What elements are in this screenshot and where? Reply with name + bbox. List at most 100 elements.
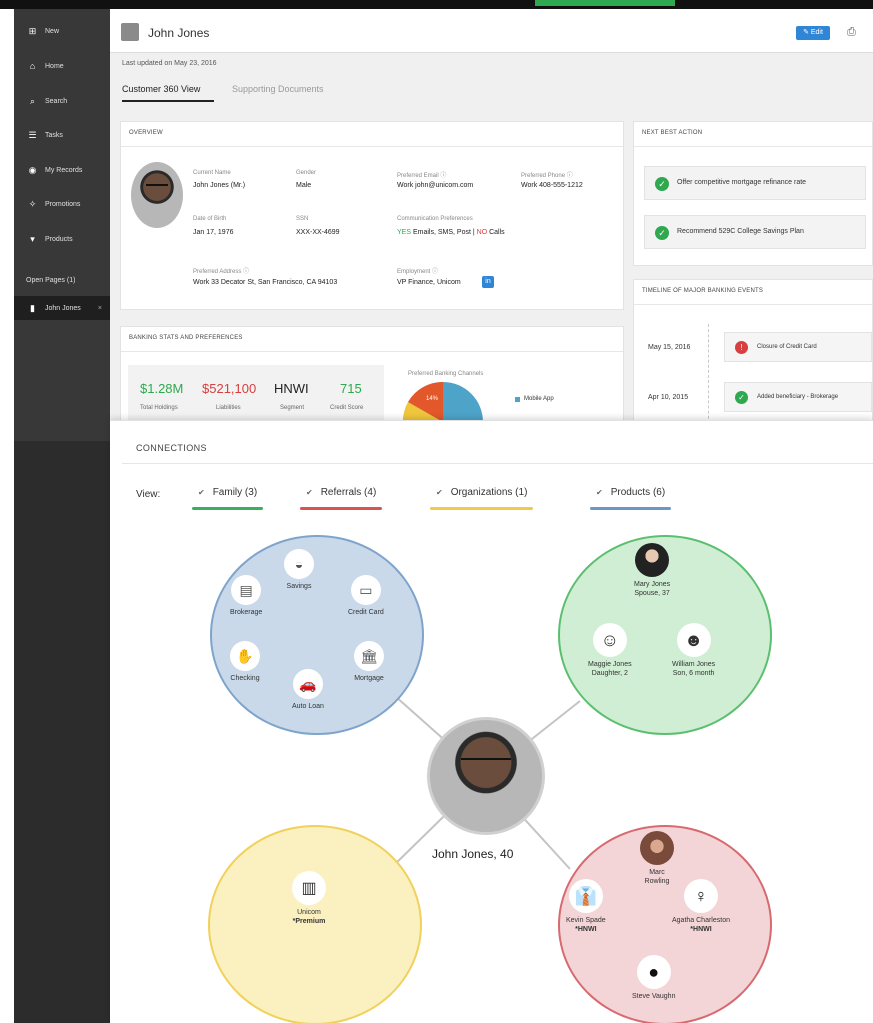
nba-item[interactable]: ✓ Offer competitive mortgage refinance r… [644, 166, 866, 200]
page-title: John Jones [148, 26, 210, 40]
print-icon[interactable]: ⎙ [847, 26, 859, 38]
last-updated-text: Last updated on May 23, 2016 [122, 60, 217, 67]
sidebar-lower [14, 441, 110, 1023]
ssn-label: SSN [296, 216, 309, 222]
tasks-icon: ☰ [28, 129, 37, 140]
referral-detail: Rowling [644, 878, 670, 885]
family-name: Mary Jones [634, 581, 671, 588]
credit-score-value: 715 [340, 381, 362, 396]
employment-label: Employment ⓘ [397, 269, 439, 275]
email-value[interactable]: Work john@unicom.com [397, 182, 473, 189]
home-icon: ⌂ [29, 60, 36, 71]
woman-icon: ♀ [683, 879, 718, 913]
product-checking[interactable]: ✋ Checking [230, 641, 260, 683]
product-savings[interactable]: ◒ Savings [284, 549, 314, 591]
businessman-icon: 👔 [568, 879, 603, 913]
edit-button[interactable]: ✎ Edit [796, 26, 830, 40]
referral[interactable]: Marc Rowling [640, 831, 674, 886]
sidebar-item-search[interactable]: ⌕ Search [14, 89, 110, 113]
nba-item[interactable]: ✓ Recommend 529C College Savings Plan [644, 215, 866, 249]
open-page-john-jones[interactable]: ▮ John Jones × [14, 296, 110, 320]
gender-value: Male [296, 182, 312, 189]
tab-customer-360[interactable]: Customer 360 View [122, 84, 214, 102]
timeline-event-text: Added beneficiary - Brokerage [757, 394, 839, 400]
page-header: John Jones ✎ Edit ⎙ [110, 9, 873, 53]
product-label: Savings [286, 583, 312, 590]
family-member[interactable]: ☺ Maggie Jones Daughter, 2 [588, 623, 632, 678]
referral-name: Marc [649, 869, 665, 876]
credit-card-icon: ▭ [350, 575, 381, 605]
chart-board-icon: ▤ [231, 575, 262, 605]
sidebar-item-my-records[interactable]: ◉ My Records [14, 158, 110, 182]
product-brokerage[interactable]: ▤ Brokerage [230, 575, 262, 617]
legend-swatch [515, 397, 520, 402]
legend-mobile-app: Mobile App [524, 396, 554, 402]
sidebar-item-label: My Records [45, 166, 83, 174]
check-icon: ✓ [655, 177, 669, 191]
sidebar-item-label: Home [45, 62, 64, 70]
referral-detail: *HNWI [690, 926, 712, 933]
product-mortgage[interactable]: 🏛 Mortgage [354, 641, 384, 683]
referral-name: Steve Vaughn [632, 993, 676, 1000]
glasses-shape [461, 758, 511, 769]
product-credit-card[interactable]: ▭ Credit Card [348, 575, 384, 617]
comm-pref-label: Communication Preferences [397, 216, 473, 222]
person-icon: ● [636, 955, 671, 989]
credit-score-label: Credit Score [330, 405, 364, 411]
family-member[interactable]: ☻ William Jones Son, 6 month [672, 623, 715, 678]
plus-icon: ⊞ [28, 25, 37, 36]
banking-title: BANKING STATS AND PREFERENCES [129, 335, 243, 341]
organization-unicom[interactable]: ▥ Unicom *Premium [292, 871, 326, 926]
open-pages-label: Open Pages (1) [26, 277, 76, 284]
customer-avatar [121, 23, 139, 41]
organization-tag: *Premium [292, 918, 326, 925]
linkedin-icon[interactable]: in [482, 276, 494, 288]
boy-face-icon: ☻ [676, 623, 711, 657]
close-icon[interactable]: × [98, 305, 102, 312]
sidebar-item-home[interactable]: ⌂ Home [14, 54, 110, 78]
timeline-event[interactable]: ✓ Added beneficiary - Brokerage [724, 382, 872, 412]
referral[interactable]: ♀ Agatha Charleston *HNWI [672, 879, 730, 934]
total-holdings-label: Total Holdings [140, 405, 178, 411]
dob-label: Date of Birth [193, 216, 227, 222]
comm-yes: YES [397, 229, 412, 236]
timeline-event[interactable]: ! Closure of Credit Card [724, 332, 872, 362]
referral-name: Agatha Charleston [672, 917, 730, 924]
sidebar: ⊞ New ⌂ Home ⌕ Search ☰ Tasks ◉ My Recor… [14, 9, 110, 1023]
customer-photo [131, 162, 183, 228]
referral[interactable]: 👔 Kevin Spade *HNWI [566, 879, 606, 934]
pie-label: 14% [426, 396, 439, 402]
product-auto-loan[interactable]: 🚗 Auto Loan [292, 669, 324, 711]
comm-pref-value: YES Emails, SMS, Post | NO Calls [397, 229, 505, 236]
address-label: Preferred Address ⓘ [193, 269, 250, 275]
divider [121, 351, 623, 352]
tab-supporting-documents[interactable]: Supporting Documents [232, 84, 324, 94]
nba-title: NEXT BEST ACTION [642, 130, 703, 136]
product-label: Auto Loan [292, 703, 324, 710]
sidebar-item-products[interactable]: ▾ Products [14, 227, 110, 251]
family-name: William Jones [672, 661, 716, 668]
search-icon: ⌕ [29, 95, 36, 106]
window-top-bar [0, 0, 873, 9]
nba-item-text: Recommend 529C College Savings Plan [677, 228, 804, 235]
organization-name: Unicom [297, 909, 321, 916]
family-member[interactable]: Mary Jones Spouse, 37 [634, 543, 670, 598]
total-holdings-value: $1.28M [140, 381, 184, 396]
comm-methods: Emails, SMS, Post | [412, 229, 475, 236]
center-customer-photo[interactable] [427, 717, 545, 835]
sidebar-item-tasks[interactable]: ☰ Tasks [14, 123, 110, 147]
sidebar-item-label: Tasks [45, 131, 63, 139]
overview-title: OVERVIEW [129, 130, 163, 136]
hand-money-icon: ✋ [230, 641, 260, 671]
dob-value: Jan 17, 1976 [193, 229, 234, 236]
cart-icon: ▾ [30, 233, 35, 244]
referral[interactable]: ● Steve Vaughn [632, 955, 675, 1001]
sidebar-item-new[interactable]: ⊞ New [14, 19, 110, 43]
records-icon: ◉ [28, 164, 37, 175]
building-icon: ▥ [292, 871, 326, 905]
sidebar-item-promotions[interactable]: ✧ Promotions [14, 192, 110, 216]
segment-label: Segment [280, 405, 305, 411]
phone-value[interactable]: Work 408-555-1212 [521, 182, 583, 189]
divider [634, 146, 872, 147]
comm-no: NO [476, 229, 488, 236]
